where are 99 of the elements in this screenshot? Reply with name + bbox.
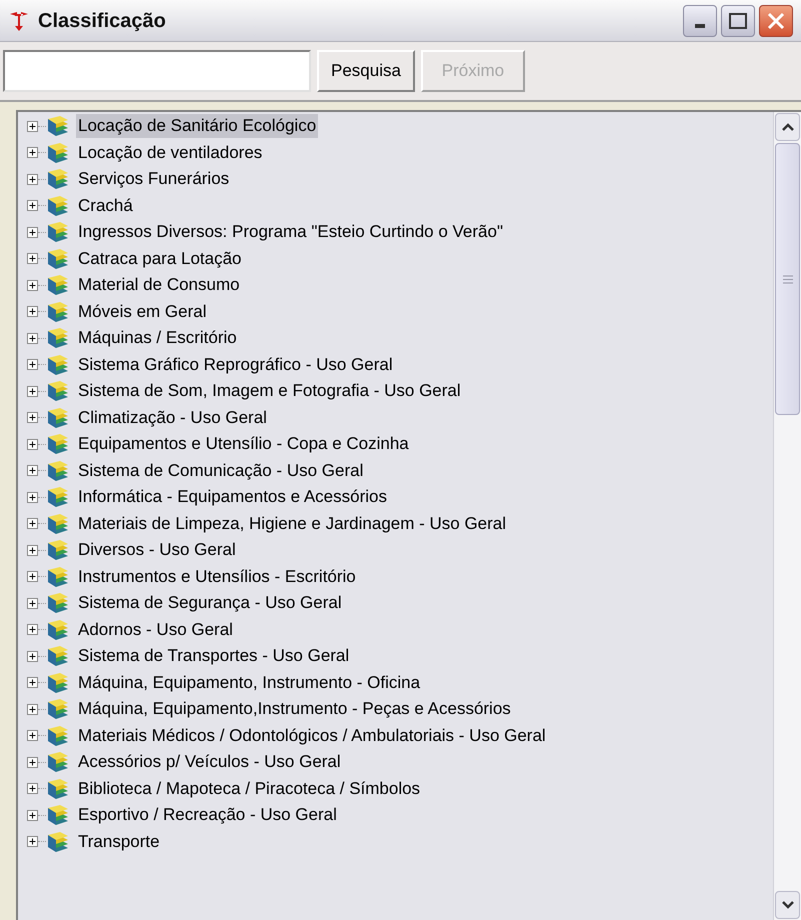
tree-item[interactable]: Biblioteca / Mapoteca / Piracoteca / Símbolos [76,776,422,801]
expand-icon[interactable] [27,332,38,344]
expand-icon[interactable] [27,412,38,424]
grip-icon [782,274,792,284]
tree-item[interactable]: Instrumentos e Utensílios - Escritório [76,564,358,589]
books-icon [46,354,70,376]
tree-item[interactable]: Máquina, Equipamento, Instrumento - Oficina [76,670,422,695]
books-icon [46,380,70,402]
books-icon [46,168,70,190]
tree-item[interactable]: Diversos - Uso Geral [76,538,238,562]
tree-item[interactable]: Máquina, Equipamento,Instrumento - Peças e Acessórios [76,697,513,722]
expand-icon[interactable] [27,810,38,821]
minimize-button[interactable] [683,4,717,36]
app-logo-icon [8,10,30,32]
tree-item[interactable]: Máquinas / Escritório [76,326,239,350]
expand-icon[interactable] [27,756,38,768]
tree-item[interactable]: Sistema de Comunicação - Uso Geral [76,458,366,483]
books-icon [46,115,70,138]
search-field[interactable] [3,50,311,92]
window-title: Classificação [38,8,166,34]
tree-item[interactable]: Climatização - Uso Geral [76,406,269,430]
scroll-down-button[interactable] [775,891,800,919]
expand-icon[interactable] [27,730,38,742]
books-icon [46,751,70,774]
expand-icon[interactable] [27,386,38,397]
expand-icon[interactable] [27,836,38,848]
tree-item[interactable]: Sistema de Segurança - Uso Geral [76,591,344,616]
expand-icon[interactable] [27,544,38,556]
tree-item[interactable]: Material de Consumo [76,273,242,298]
tree-item[interactable]: Sistema Gráfico Reprográfico - Uso Geral [76,352,395,377]
books-icon [46,433,70,456]
expand-icon[interactable] [27,465,38,476]
expand-icon[interactable] [27,624,38,636]
books-icon [46,672,70,694]
maximize-icon [729,12,747,28]
tree-item[interactable]: Sistema de Som, Imagem e Fotografia - Uso Geral [76,379,463,404]
books-icon [46,142,70,164]
books-icon [46,539,70,562]
expand-icon[interactable] [27,306,38,318]
expand-icon[interactable] [27,783,38,794]
tree-item[interactable]: Ingressos Diversos: Programa "Esteio Curtindo o Verão" [76,220,505,244]
books-icon [46,194,70,217]
books-icon [46,618,70,641]
tree-item[interactable]: Transporte [76,830,162,854]
tree-item[interactable]: Equipamentos e Utensílio - Copa e Cozinha [76,432,411,456]
expand-icon[interactable] [27,147,38,158]
tree-item[interactable]: Esportivo / Recreação - Uso Geral [76,803,339,828]
tree-item[interactable]: Locação de Sanitário Ecológico [76,114,318,138]
books-icon [46,566,70,588]
scrollbar[interactable] [773,112,801,920]
expand-icon[interactable] [27,226,38,238]
expand-icon[interactable] [27,438,38,450]
expand-icon[interactable] [27,200,38,212]
books-icon [46,830,70,853]
close-button[interactable] [759,4,793,36]
books-icon [46,327,70,350]
tree-item[interactable]: Informática - Equipamentos e Acessórios [76,485,389,510]
books-icon [46,698,70,720]
scroll-up-button[interactable] [775,113,800,141]
expand-icon[interactable] [27,677,38,688]
tree-item[interactable]: Adornos - Uso Geral [76,618,235,642]
expand-icon[interactable] [27,650,38,662]
tree-item[interactable]: Materiais Médicos / Odontológicos / Ambulatoriais - Uso Geral [76,724,548,748]
books-icon [46,406,70,429]
books-icon [46,592,70,614]
expand-icon[interactable] [27,571,38,582]
expand-icon[interactable] [27,598,38,609]
tree-item[interactable]: Materiais de Limpeza, Higiene e Jardinagem - Uso Geral [76,512,508,536]
scroll-thumb[interactable] [775,143,800,415]
expand-icon[interactable] [27,704,38,715]
books-icon [46,274,70,296]
expand-icon[interactable] [27,174,38,185]
close-icon [767,12,785,30]
maximize-button[interactable] [721,4,755,36]
books-icon [46,512,70,535]
books-icon [46,724,70,747]
tree-item[interactable]: Acessórios p/ Veículos - Uso Geral [76,750,343,774]
books-icon [46,645,70,668]
expand-icon[interactable] [27,253,38,264]
tree-item[interactable]: Catraca para Lotação [76,246,244,271]
books-icon [46,221,70,244]
books-icon [46,300,70,323]
tree-item[interactable]: Sistema de Transportes - Uso Geral [76,644,352,668]
tree-item[interactable]: Serviços Funerários [76,167,232,192]
tree-item[interactable]: Móveis em Geral [76,300,208,324]
books-icon [46,460,70,482]
books-icon [46,804,70,826]
tree-item[interactable]: Locação de ventiladores [76,140,264,165]
expand-icon[interactable] [27,280,38,291]
books-icon [46,778,70,800]
books-icon [46,248,70,270]
expand-icon[interactable] [27,359,38,370]
minimize-icon [695,24,705,28]
books-icon [46,486,70,508]
tree-item[interactable]: Crachá [76,194,135,218]
expand-icon[interactable] [27,492,38,503]
expand-icon[interactable] [27,518,38,530]
expand-icon[interactable] [27,120,38,132]
search-button[interactable]: Pesquisa [317,50,415,92]
